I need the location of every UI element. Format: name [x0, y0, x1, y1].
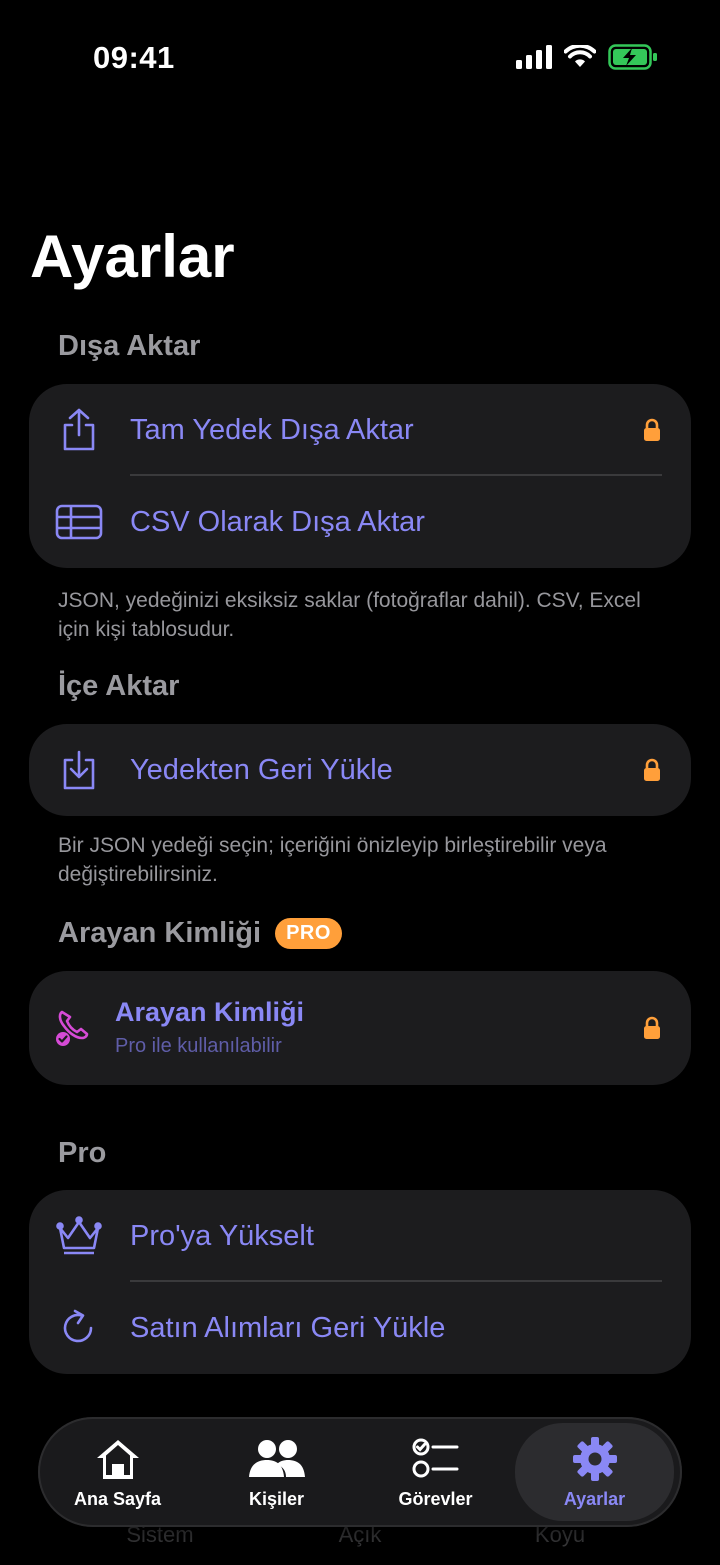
tab-home-label: Ana Sayfa	[73, 1488, 162, 1509]
page-title: Ayarlar	[30, 223, 235, 290]
caller-id-subtitle: Pro ile kullanılabilir	[115, 1035, 282, 1057]
lock-icon	[644, 418, 660, 441]
restore-purchases-label: Satın Alımları Geri Yükle	[130, 1311, 446, 1344]
tab-settings[interactable]: Ayarlar	[515, 1423, 674, 1521]
section-header-caller-id: Arayan Kimliği PRO	[58, 917, 342, 950]
crown-icon	[54, 1211, 104, 1261]
caller-id-card: Arayan Kimliği Pro ile kullanılabilir	[29, 971, 691, 1085]
wifi-icon	[564, 45, 596, 67]
export-footnote: JSON, yedeğinizi eksiksiz saklar (fotoğr…	[58, 589, 641, 641]
export-full-backup-label: Tam Yedek Dışa Aktar	[130, 413, 414, 446]
lock-icon	[644, 758, 660, 781]
share-icon	[54, 405, 104, 455]
tab-settings-label: Ayarlar	[563, 1488, 626, 1509]
table-icon	[54, 497, 104, 547]
tab-people-label: Kişiler	[248, 1488, 305, 1509]
section-header-pro: Pro	[58, 1137, 107, 1169]
import-card: Yedekten Geri Yükle	[29, 724, 691, 816]
gear-icon	[572, 1435, 618, 1483]
export-full-backup-row[interactable]: Tam Yedek Dışa Aktar	[29, 384, 691, 476]
caller-id-title: Arayan Kimliği	[115, 997, 305, 1027]
tab-bar: Ana Sayfa Kişiler Görevler Ayarlar	[38, 1417, 682, 1527]
section-header-import: İçe Aktar	[58, 670, 180, 702]
checklist-icon	[412, 1435, 460, 1483]
section-header-export: Dışa Aktar	[58, 330, 201, 362]
export-card: Tam Yedek Dışa Aktar CSV Olarak Dışa Akt…	[29, 384, 691, 568]
import-footnote: Bir JSON yedeği seçin; içeriğini önizley…	[58, 834, 607, 886]
tab-people[interactable]: Kişiler	[197, 1417, 356, 1527]
restore-backup-row[interactable]: Yedekten Geri Yükle	[29, 724, 691, 816]
restore-backup-label: Yedekten Geri Yükle	[130, 753, 393, 786]
upgrade-pro-row[interactable]: Pro'ya Yükselt	[29, 1190, 691, 1282]
pro-card: Pro'ya Yükselt Satın Alımları Geri Yükle	[29, 1190, 691, 1374]
tab-home[interactable]: Ana Sayfa	[38, 1417, 197, 1527]
upgrade-pro-label: Pro'ya Yükselt	[130, 1219, 314, 1252]
status-bar: 09:41	[0, 0, 720, 116]
export-csv-label: CSV Olarak Dışa Aktar	[130, 505, 425, 538]
status-time: 09:41	[93, 40, 175, 75]
refresh-icon	[54, 1303, 104, 1353]
restore-purchases-row[interactable]: Satın Alımları Geri Yükle	[29, 1282, 691, 1374]
status-icons	[516, 44, 658, 70]
tab-tasks[interactable]: Görevler	[356, 1417, 515, 1527]
section-header-caller-id-label: Arayan Kimliği	[58, 917, 262, 949]
caller-id-row[interactable]: Arayan Kimliği Pro ile kullanılabilir	[29, 971, 691, 1085]
battery-charging-icon	[608, 44, 657, 70]
tab-tasks-label: Görevler	[398, 1488, 473, 1509]
cellular-signal-icon	[516, 45, 552, 69]
export-csv-row[interactable]: CSV Olarak Dışa Aktar	[29, 476, 691, 568]
lock-icon	[644, 1016, 660, 1039]
people-icon	[248, 1435, 306, 1483]
download-icon	[54, 745, 104, 795]
pro-badge: PRO	[275, 918, 342, 949]
phone-check-icon	[49, 1003, 99, 1053]
home-icon	[94, 1435, 142, 1483]
